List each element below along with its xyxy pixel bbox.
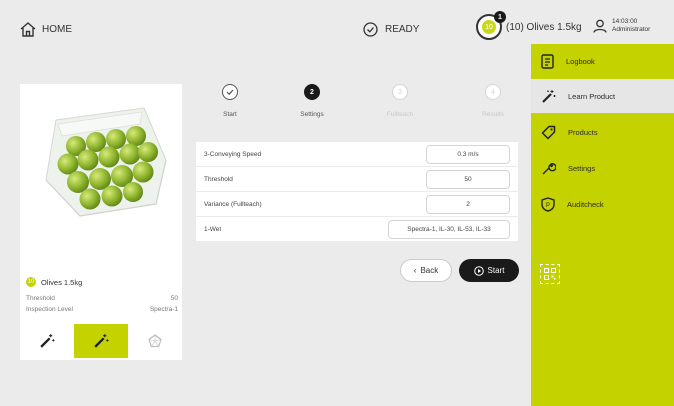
product-inspection-level-row: Inspection Level Spectra-1 [26, 306, 178, 313]
step-settings: 2 Settings [282, 84, 342, 118]
wet-inspection-field[interactable]: Spectra-1, IL-30, IL-53, IL-33 [388, 219, 510, 239]
wizard-stepper: Start 2 Settings 3 Fullteach 4 Results [200, 84, 520, 126]
sidebar-item-learn-product[interactable]: Learn Product [531, 79, 674, 113]
shield-icon: P [541, 196, 555, 212]
start-label: Start [487, 266, 505, 275]
field-label: 3-Conveying Speed [204, 150, 262, 158]
sidebar-item-label: Products [568, 127, 598, 137]
product-number: 10 [482, 20, 496, 34]
check-circle-icon [222, 84, 238, 100]
wand-icon [94, 334, 109, 348]
field-label: Variance (Fullteach) [204, 200, 262, 208]
logbook-icon [541, 53, 554, 69]
step-label: Fullteach [386, 111, 414, 118]
product-card: 10 Olives 1.5kg Threshold 50 Inspection … [20, 84, 182, 360]
tab-learn-active[interactable] [74, 324, 128, 358]
tab-product-shape[interactable] [128, 324, 182, 358]
clock-time: 14:03:00 [612, 18, 638, 25]
field-label: 1-Wet [204, 225, 222, 233]
wrench-icon [542, 162, 556, 174]
status-indicator: READY [363, 22, 419, 37]
product-number-badge: 10 [26, 277, 36, 287]
pentagon-icon [148, 334, 162, 348]
user-icon [593, 19, 607, 33]
threshold-field[interactable]: 50 [426, 169, 510, 189]
sidebar-item-products[interactable]: Products [531, 115, 674, 149]
qr-code-icon [544, 268, 556, 280]
threshold-label: Threshold [26, 295, 55, 302]
sidebar-item-label: Learn Product [568, 91, 616, 101]
form-row-conveying-speed: 3-Conveying Speed 0.3 m/s [196, 142, 518, 166]
sidebar-item-auditcheck[interactable]: P Auditcheck [531, 187, 674, 221]
status-label: READY [385, 24, 420, 35]
product-name-row: 10 Olives 1.5kg [26, 277, 82, 287]
step-start: Start [200, 84, 260, 118]
sidebar-item-logbook[interactable]: Logbook [531, 44, 674, 78]
step-number: 4 [485, 84, 501, 100]
product-name: Olives 1.5kg [41, 277, 83, 287]
play-circle-icon [473, 265, 484, 276]
tag-icon [541, 125, 556, 139]
back-label: Back [420, 266, 439, 275]
product-action-tabs [20, 324, 182, 358]
step-number: 2 [304, 84, 320, 100]
check-circle-icon [363, 22, 378, 37]
current-product-label: (10) Olives 1.5kg [506, 21, 582, 33]
step-label: Results [482, 111, 504, 118]
home-icon [20, 22, 36, 37]
form-row-wet: 1-Wet Spectra-1, IL-30, IL-53, IL-33 [196, 217, 518, 241]
product-image [20, 84, 182, 254]
sidebar: Logbook Learn Product Products Settings … [531, 44, 674, 406]
conveying-speed-field[interactable]: 0.3 m/s [426, 144, 510, 164]
product-ring-icon: 10 1 [476, 11, 506, 40]
home-label: HOME [42, 24, 72, 35]
settings-form: 3-Conveying Speed 0.3 m/s Threshold 50 V… [196, 142, 518, 242]
user-menu[interactable]: 14:03:00 Administrator [593, 18, 650, 34]
wand-icon [542, 89, 556, 103]
inspection-level-label: Inspection Level [26, 306, 73, 313]
tab-learn[interactable] [20, 324, 74, 358]
back-button[interactable]: ‹ Back [400, 259, 452, 282]
step-fullteach: 3 Fullteach [370, 84, 430, 118]
step-label: Start [223, 111, 237, 118]
field-label: Threshold [204, 175, 233, 183]
step-label: Settings [300, 111, 324, 118]
variance-field[interactable]: 2 [426, 194, 510, 214]
sidebar-item-label: Logbook [566, 56, 595, 66]
notification-badge: 1 [494, 11, 506, 23]
user-role: Administrator [612, 26, 651, 33]
chevron-left-icon: ‹ [413, 266, 417, 275]
inspection-level-value: Spectra-1 [149, 306, 178, 313]
start-button[interactable]: Start [459, 259, 519, 282]
threshold-value: 50 [170, 295, 178, 302]
form-row-threshold: Threshold 50 [196, 167, 518, 191]
sidebar-item-label: Auditcheck [567, 199, 604, 209]
step-number: 3 [392, 84, 408, 100]
wand-icon [40, 334, 55, 348]
qr-code-button[interactable] [540, 264, 560, 284]
product-threshold-row: Threshold 50 [26, 295, 178, 302]
home-button[interactable]: HOME [20, 22, 72, 37]
form-row-variance: Variance (Fullteach) 2 [196, 192, 518, 216]
current-product-indicator[interactable]: 10 1 (10) Olives 1.5kg [476, 11, 582, 40]
svg-text:P: P [546, 203, 550, 209]
sidebar-item-settings[interactable]: Settings [531, 151, 674, 185]
step-results: 4 Results [463, 84, 523, 118]
sidebar-item-label: Settings [568, 163, 596, 173]
